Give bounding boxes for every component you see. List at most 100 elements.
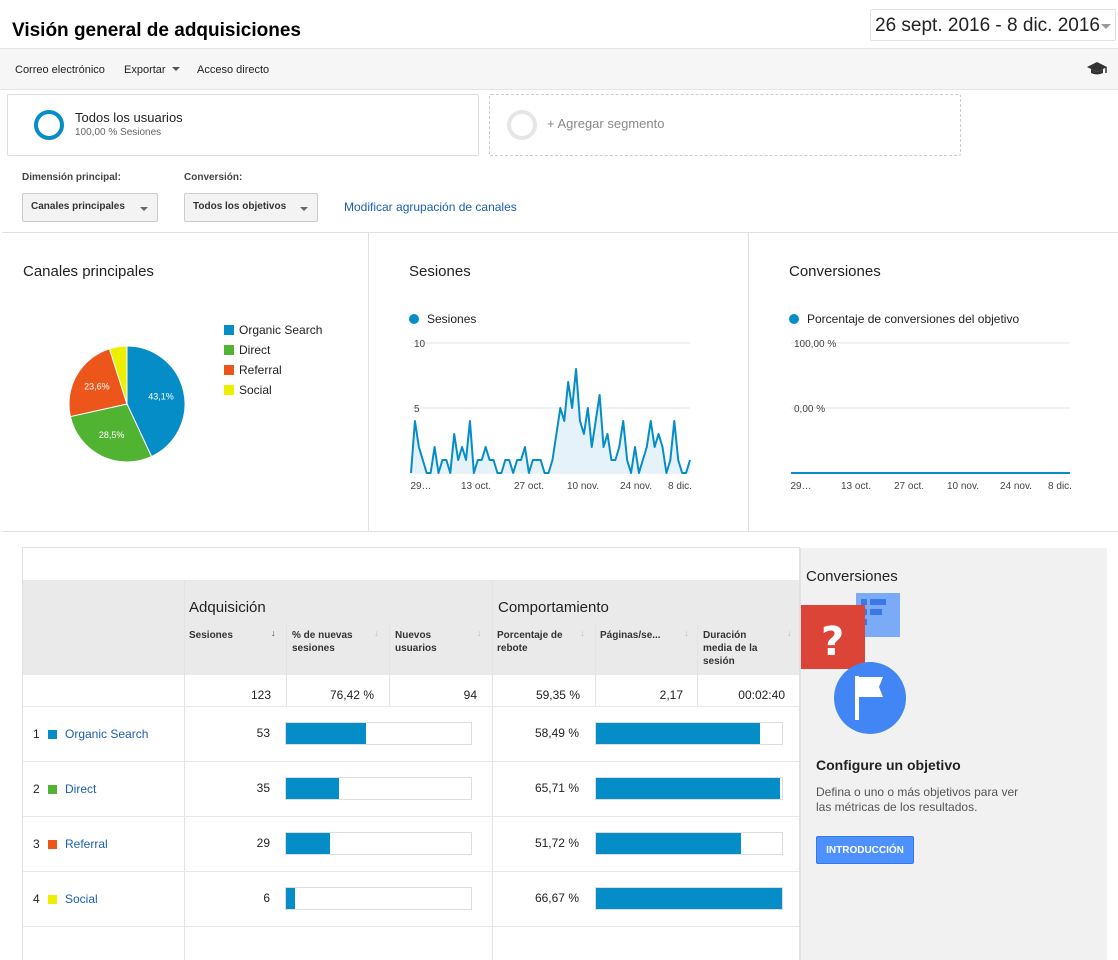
- x-tick-label: 8 dic.: [1048, 481, 1072, 492]
- col-header-bounce-rate[interactable]: Porcentaje de rebote: [497, 629, 579, 655]
- channel-link-direct[interactable]: Direct: [65, 782, 96, 796]
- conversion-select[interactable]: Todos los objetivos: [184, 193, 318, 222]
- channels-chart-title: Canales principales: [23, 263, 154, 280]
- row-bounce-rate: 51,72 %: [534, 836, 579, 850]
- col-header-new-users[interactable]: Nuevos usuarios: [395, 629, 475, 655]
- chevron-down-icon: [140, 207, 148, 211]
- col-header-sessions[interactable]: Sesiones: [189, 629, 279, 642]
- row-rank: 2: [33, 782, 40, 796]
- x-tick-label: 27 oct.: [514, 481, 544, 492]
- pie-slice-label: 28,5%: [99, 430, 125, 440]
- legend-label: Organic Search: [239, 323, 323, 337]
- bar-fill: [286, 833, 330, 854]
- chevron-down-icon: [300, 207, 308, 211]
- empty-ring-icon: [507, 110, 537, 140]
- sort-desc-icon[interactable]: ↓: [271, 628, 276, 638]
- channel-link-organic-search[interactable]: Organic Search: [65, 727, 148, 741]
- row-sessions: 29: [256, 836, 270, 850]
- x-tick-label: 13 oct.: [841, 481, 871, 492]
- legend-referral[interactable]: Referral: [224, 363, 322, 383]
- shortcut-button[interactable]: Acceso directo: [197, 64, 269, 76]
- row-sessions: 53: [256, 726, 270, 740]
- y-tick-label: 5: [414, 404, 420, 415]
- introduction-button[interactable]: INTRODUCCIÓN: [816, 836, 914, 864]
- sort-icon[interactable]: ↓: [477, 628, 482, 638]
- date-range-text: 26 sept. 2016 - 8 dic. 2016: [875, 15, 1100, 36]
- primary-dimension-value: Canales principales: [31, 201, 125, 212]
- chevron-down-icon: [171, 67, 180, 71]
- svg-text:?: ?: [821, 619, 844, 665]
- sort-icon[interactable]: ↓: [684, 628, 689, 638]
- sort-icon[interactable]: ↓: [374, 628, 379, 638]
- sessions-share-bar: [285, 777, 472, 800]
- legend-swatch: [224, 365, 234, 375]
- pie-slice-label: 43,1%: [148, 391, 174, 401]
- total-pages-per-session: 2,17: [659, 688, 683, 702]
- row-sessions: 35: [256, 781, 270, 795]
- email-button[interactable]: Correo electrónico: [15, 64, 105, 76]
- col-header-label: Páginas/se...: [600, 630, 661, 641]
- conversions-chart-title: Conversiones: [789, 263, 881, 280]
- col-header-avg-duration[interactable]: Duración media de la sesión: [703, 629, 773, 668]
- bar-fill: [286, 778, 339, 799]
- channel-swatch: [48, 785, 57, 794]
- bar-fill: [596, 723, 760, 744]
- series-dot: [789, 314, 799, 324]
- channel-link-social[interactable]: Social: [65, 892, 98, 906]
- sessions-share-bar: [285, 722, 472, 745]
- x-tick-label: 24 nov.: [1000, 481, 1032, 492]
- channel-link-referral[interactable]: Referral: [65, 837, 108, 851]
- channels-pie-chart[interactable]: 43,1% 28,5% 23,6%: [62, 339, 192, 469]
- sessions-share-bar: [285, 832, 472, 855]
- x-tick-label: 10 nov.: [567, 481, 599, 492]
- legend-social[interactable]: Social: [224, 383, 322, 403]
- conversion-value: Todos los objetivos: [193, 201, 287, 212]
- conversions-legend: Porcentaje de conversiones del objetivo: [789, 312, 1019, 326]
- channel-swatch: [48, 840, 57, 849]
- legend-swatch: [224, 385, 234, 395]
- row-bounce-rate: 65,71 %: [534, 781, 579, 795]
- segment-ring-icon: [34, 110, 64, 140]
- conversions-chart[interactable]: 100,00 % 0,00 % 29… 13 oct. 27 oct. 10 nov. 24…: [782, 333, 1082, 498]
- total-bounce-rate: 59,35 %: [535, 688, 580, 702]
- conversion-label: Conversión:: [184, 172, 243, 183]
- bar-fill: [596, 888, 782, 909]
- graduation-cap-icon[interactable]: [1086, 61, 1108, 77]
- x-tick-label: 27 oct.: [894, 481, 924, 492]
- export-button[interactable]: Exportar: [124, 64, 180, 76]
- col-header-pages-per-session[interactable]: Páginas/se...: [600, 629, 682, 642]
- primary-dimension-select[interactable]: Canales principales: [22, 193, 158, 222]
- sort-icon[interactable]: ↓: [580, 628, 585, 638]
- report-toolbar: Correo electrónico Exportar Acceso direc…: [0, 48, 1118, 90]
- chevron-down-icon: [1101, 24, 1111, 29]
- add-segment-button[interactable]: + Agregar segmento: [489, 94, 961, 156]
- totals-blank: [23, 675, 184, 706]
- sessions-chart-title: Sesiones: [409, 263, 471, 280]
- row-bounce-rate: 58,49 %: [534, 726, 579, 740]
- col-header-new-sessions-pct[interactable]: % de nuevas sesiones: [292, 629, 374, 655]
- goal-card-title: Conversiones: [806, 568, 898, 585]
- row-divider: [23, 816, 799, 817]
- bar-fill: [596, 833, 742, 854]
- bounce-rate-bar: [595, 722, 783, 745]
- legend-organic-search[interactable]: Organic Search: [224, 323, 322, 343]
- primary-dimension-label: Dimensión principal:: [22, 172, 121, 183]
- row-rank: 4: [33, 892, 40, 906]
- modify-channel-grouping-link[interactable]: Modificar agrupación de canales: [344, 200, 517, 214]
- bounce-rate-bar: [595, 887, 783, 910]
- sessions-chart[interactable]: 10 5 29… 13 oct. 27 oct. 10 nov. 24 nov. 8 dic.: [402, 333, 702, 498]
- goal-heading: Configure un objetivo: [816, 757, 961, 773]
- total-new-users: 94: [463, 688, 477, 702]
- date-range-picker[interactable]: 26 sept. 2016 - 8 dic. 2016: [870, 9, 1116, 41]
- legend-label: Direct: [239, 343, 271, 357]
- acquisition-group-label: Adquisición: [189, 599, 266, 616]
- col-header-label: Nuevos usuarios: [395, 630, 437, 654]
- x-tick-label: 8 dic.: [668, 481, 692, 492]
- goal-flag-illustration: ?: [801, 593, 906, 734]
- legend-direct[interactable]: Direct: [224, 343, 322, 363]
- series-dot: [409, 314, 419, 324]
- bar-fill: [286, 888, 296, 909]
- segment-all-users[interactable]: Todos los usuarios 100,00 % Sesiones: [7, 94, 479, 156]
- y-tick-label: 10: [414, 339, 426, 350]
- sort-icon[interactable]: ↓: [787, 628, 792, 638]
